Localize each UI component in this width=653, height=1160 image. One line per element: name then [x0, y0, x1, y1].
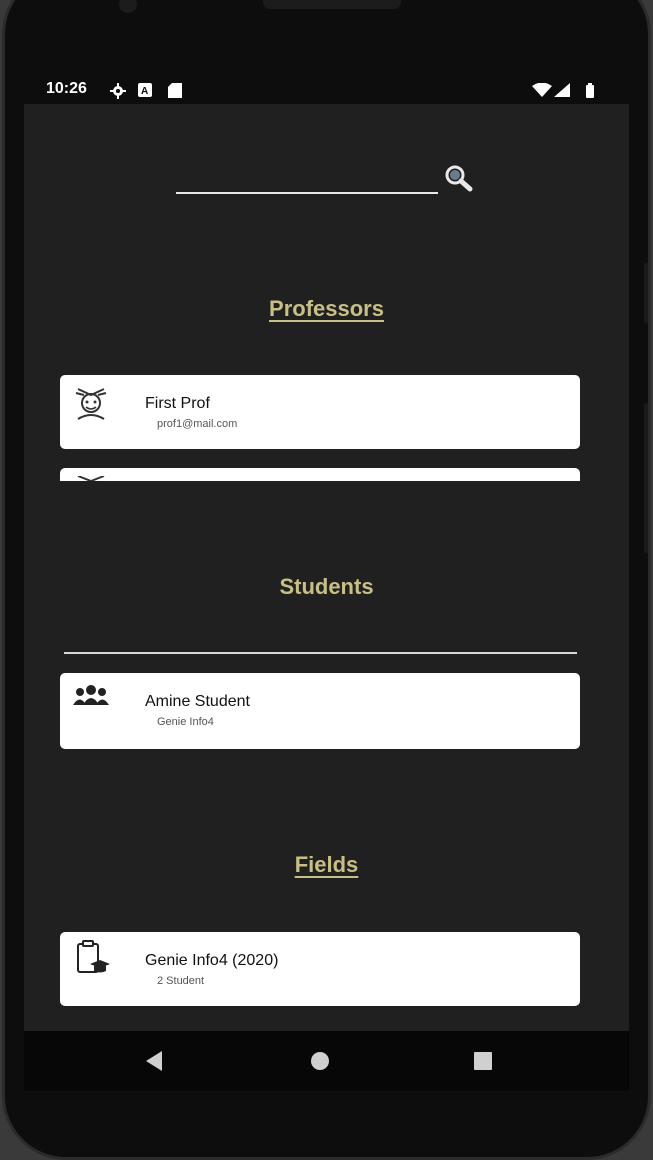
signal-icon: [554, 83, 570, 97]
battery-icon: [586, 83, 594, 98]
settings-icon: [110, 83, 126, 99]
back-icon[interactable]: [146, 1051, 164, 1071]
professors-title: Professors: [269, 296, 384, 321]
students-group-icon: [73, 685, 109, 705]
recents-icon[interactable]: [474, 1052, 492, 1070]
earpiece-speaker: [263, 0, 401, 9]
professor-name: First Prof: [145, 395, 210, 412]
fields-title: Fields: [294, 852, 359, 877]
app-screen: Professors First Prof prof1@mail.com Stu…: [24, 104, 629, 1031]
professor-icon: [77, 476, 105, 481]
navigation-bar: [24, 1031, 629, 1091]
front-camera: [119, 0, 137, 13]
status-time: 10:26: [46, 80, 87, 97]
notification-icon: A: [138, 83, 152, 97]
professor-card-partial[interactable]: [60, 468, 580, 481]
wifi-icon: [532, 83, 552, 97]
professor-email: prof1@mail.com: [157, 418, 238, 430]
field-name: Genie Info4 (2020): [145, 952, 279, 969]
search-icon[interactable]: [442, 162, 476, 196]
professor-card[interactable]: First Prof prof1@mail.com: [60, 375, 580, 449]
home-icon[interactable]: [310, 1051, 330, 1071]
clipboard-graduation-icon: [77, 940, 110, 973]
student-field: Genie Info4: [157, 716, 214, 728]
students-title: Students: [279, 574, 374, 599]
volume-button: [644, 263, 648, 323]
field-card[interactable]: Genie Info4 (2020) 2 Student: [60, 932, 580, 1006]
search-input[interactable]: [176, 192, 438, 194]
student-card[interactable]: Amine Student Genie Info4: [60, 673, 580, 749]
student-name: Amine Student: [145, 693, 250, 710]
svg-text:A: A: [141, 86, 148, 97]
field-student-count: 2 Student: [157, 975, 205, 987]
students-divider: [64, 652, 577, 654]
professor-icon: [75, 388, 107, 420]
sd-card-icon: [168, 83, 182, 98]
power-button: [644, 403, 648, 553]
status-bar: 10:26 A: [24, 72, 629, 104]
